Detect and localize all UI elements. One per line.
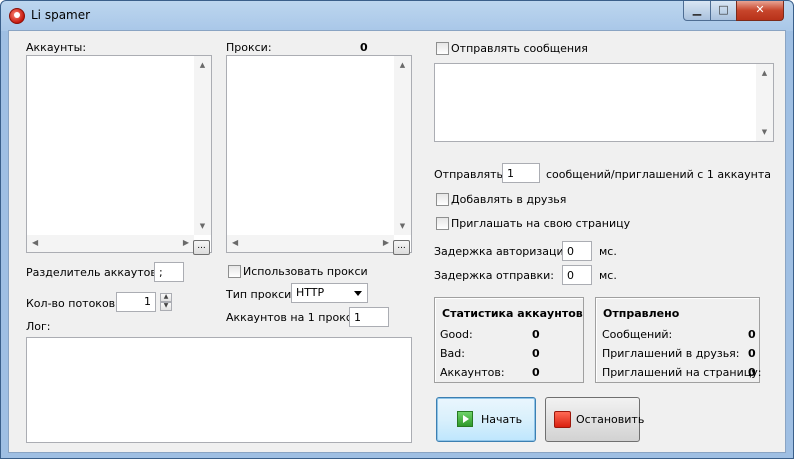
sent-friends-label: Приглашений в друзья: bbox=[602, 347, 740, 360]
maximize-button[interactable]: □ bbox=[710, 1, 737, 21]
accounts-list[interactable]: ▲ ▼ ◀ ▶ bbox=[26, 55, 212, 253]
auth-delay-unit: мс. bbox=[599, 245, 617, 258]
add-friends-label: Добавлять в друзья bbox=[451, 193, 567, 206]
sent-friends-value: 0 bbox=[748, 347, 756, 360]
client-area: Аккаунты: ▲ ▼ ◀ ▶ ... Прокси: 0 ▲ ▼ ◀ ▶ bbox=[8, 30, 786, 453]
use-proxy-label: Использовать прокси bbox=[243, 265, 368, 278]
proxy-type-select[interactable]: HTTP bbox=[291, 283, 368, 303]
scroll-down-icon[interactable]: ▼ bbox=[756, 128, 773, 136]
stats-bad-label: Bad: bbox=[440, 347, 465, 360]
sent-stats-title: Отправлено bbox=[603, 307, 680, 320]
scroll-up-icon[interactable]: ▲ bbox=[756, 69, 773, 77]
proxies-label: Прокси: bbox=[226, 41, 272, 54]
separator-label: Разделитель аккаутов: bbox=[26, 266, 161, 279]
threads-up-icon[interactable]: ▲ bbox=[160, 293, 172, 302]
proxies-vertical-scrollbar[interactable]: ▲ ▼ bbox=[394, 56, 411, 235]
proxy-type-value: HTTP bbox=[296, 286, 325, 299]
log-label: Лог: bbox=[26, 320, 51, 333]
scroll-left-icon[interactable]: ◀ bbox=[32, 238, 38, 247]
stop-button-label: Остановить bbox=[576, 413, 645, 426]
proxy-type-label: Тип прокси: bbox=[226, 288, 296, 301]
scroll-down-icon[interactable]: ▼ bbox=[194, 222, 211, 230]
log-textarea[interactable] bbox=[26, 337, 412, 443]
threads-label: Кол-во потоков: bbox=[26, 297, 119, 310]
send-delay-unit: мс. bbox=[599, 269, 617, 282]
main-window: Li spamer ▁ □ ✕ Аккаунты: ▲ ▼ ◀ ▶ ... Пр… bbox=[0, 0, 794, 459]
app-icon bbox=[9, 8, 25, 24]
message-textarea[interactable]: ▲ ▼ bbox=[434, 63, 774, 142]
chevron-down-icon bbox=[354, 291, 362, 296]
start-button[interactable]: Начать bbox=[436, 397, 536, 442]
send-prefix-label: Отправлять bbox=[434, 168, 504, 181]
minimize-button[interactable]: ▁ bbox=[683, 1, 711, 21]
sent-messages-label: Сообщений: bbox=[602, 328, 673, 341]
stop-button[interactable]: Остановить bbox=[545, 397, 644, 442]
stats-accounts-label: Аккаунтов: bbox=[440, 366, 505, 379]
scroll-right-icon[interactable]: ▶ bbox=[183, 238, 189, 247]
stats-bad-value: 0 bbox=[532, 347, 540, 360]
send-messages-label: Отправлять сообщения bbox=[451, 42, 588, 55]
scroll-up-icon[interactable]: ▲ bbox=[194, 61, 211, 69]
separator-input[interactable] bbox=[154, 262, 184, 282]
scroll-up-icon[interactable]: ▲ bbox=[394, 61, 411, 69]
title-bar[interactable]: Li spamer ▁ □ ✕ bbox=[1, 1, 793, 30]
accounts-horizontal-scrollbar[interactable]: ◀ ▶ bbox=[27, 235, 194, 252]
close-button[interactable]: ✕ bbox=[736, 1, 784, 21]
invite-page-label: Приглашать на свою страницу bbox=[451, 217, 631, 230]
send-suffix-label: сообщений/приглашений с 1 аккаунта bbox=[546, 168, 771, 181]
send-count-input[interactable] bbox=[502, 163, 540, 183]
auth-delay-label: Задержка авторизации: bbox=[434, 245, 575, 258]
stats-good-value: 0 bbox=[532, 328, 540, 341]
message-vertical-scrollbar[interactable]: ▲ ▼ bbox=[756, 64, 773, 141]
proxies-count: 0 bbox=[360, 41, 368, 54]
stats-accounts-value: 0 bbox=[532, 366, 540, 379]
proxies-list[interactable]: ▲ ▼ ◀ ▶ bbox=[226, 55, 412, 253]
auth-delay-input[interactable] bbox=[562, 241, 592, 261]
add-friends-checkbox[interactable] bbox=[436, 193, 449, 206]
scroll-right-icon[interactable]: ▶ bbox=[383, 238, 389, 247]
sent-page-label: Приглашений на страницу: bbox=[602, 366, 762, 379]
send-delay-label: Задержка отправки: bbox=[434, 269, 554, 282]
scroll-left-icon[interactable]: ◀ bbox=[232, 238, 238, 247]
accounts-per-proxy-label: Аккаунтов на 1 прокси: bbox=[226, 311, 363, 324]
window-title: Li spamer bbox=[31, 8, 91, 22]
proxies-horizontal-scrollbar[interactable]: ◀ ▶ bbox=[227, 235, 394, 252]
threads-down-icon[interactable]: ▼ bbox=[160, 302, 172, 311]
sent-page-value: 0 bbox=[748, 366, 756, 379]
stats-good-label: Good: bbox=[440, 328, 473, 341]
invite-page-checkbox[interactable] bbox=[436, 217, 449, 230]
account-stats-panel: Статистика аккаунтов Good: 0 Bad: 0 Акка… bbox=[434, 297, 584, 383]
proxies-browse-button[interactable]: ... bbox=[393, 240, 410, 255]
start-button-label: Начать bbox=[481, 413, 523, 426]
sent-stats-panel: Отправлено Сообщений: 0 Приглашений в др… bbox=[595, 297, 762, 383]
accounts-label: Аккаунты: bbox=[26, 41, 87, 54]
scroll-down-icon[interactable]: ▼ bbox=[394, 222, 411, 230]
accounts-browse-button[interactable]: ... bbox=[193, 240, 210, 255]
sent-messages-value: 0 bbox=[748, 328, 756, 341]
send-messages-checkbox[interactable] bbox=[436, 42, 449, 55]
accounts-vertical-scrollbar[interactable]: ▲ ▼ bbox=[194, 56, 211, 235]
stop-icon bbox=[554, 411, 571, 428]
send-delay-input[interactable] bbox=[562, 265, 592, 285]
accounts-per-proxy-input[interactable] bbox=[349, 307, 389, 327]
account-stats-title: Статистика аккаунтов bbox=[442, 307, 583, 320]
threads-stepper[interactable]: 1 bbox=[116, 292, 156, 312]
play-icon bbox=[457, 411, 473, 427]
use-proxy-checkbox[interactable] bbox=[228, 265, 241, 278]
